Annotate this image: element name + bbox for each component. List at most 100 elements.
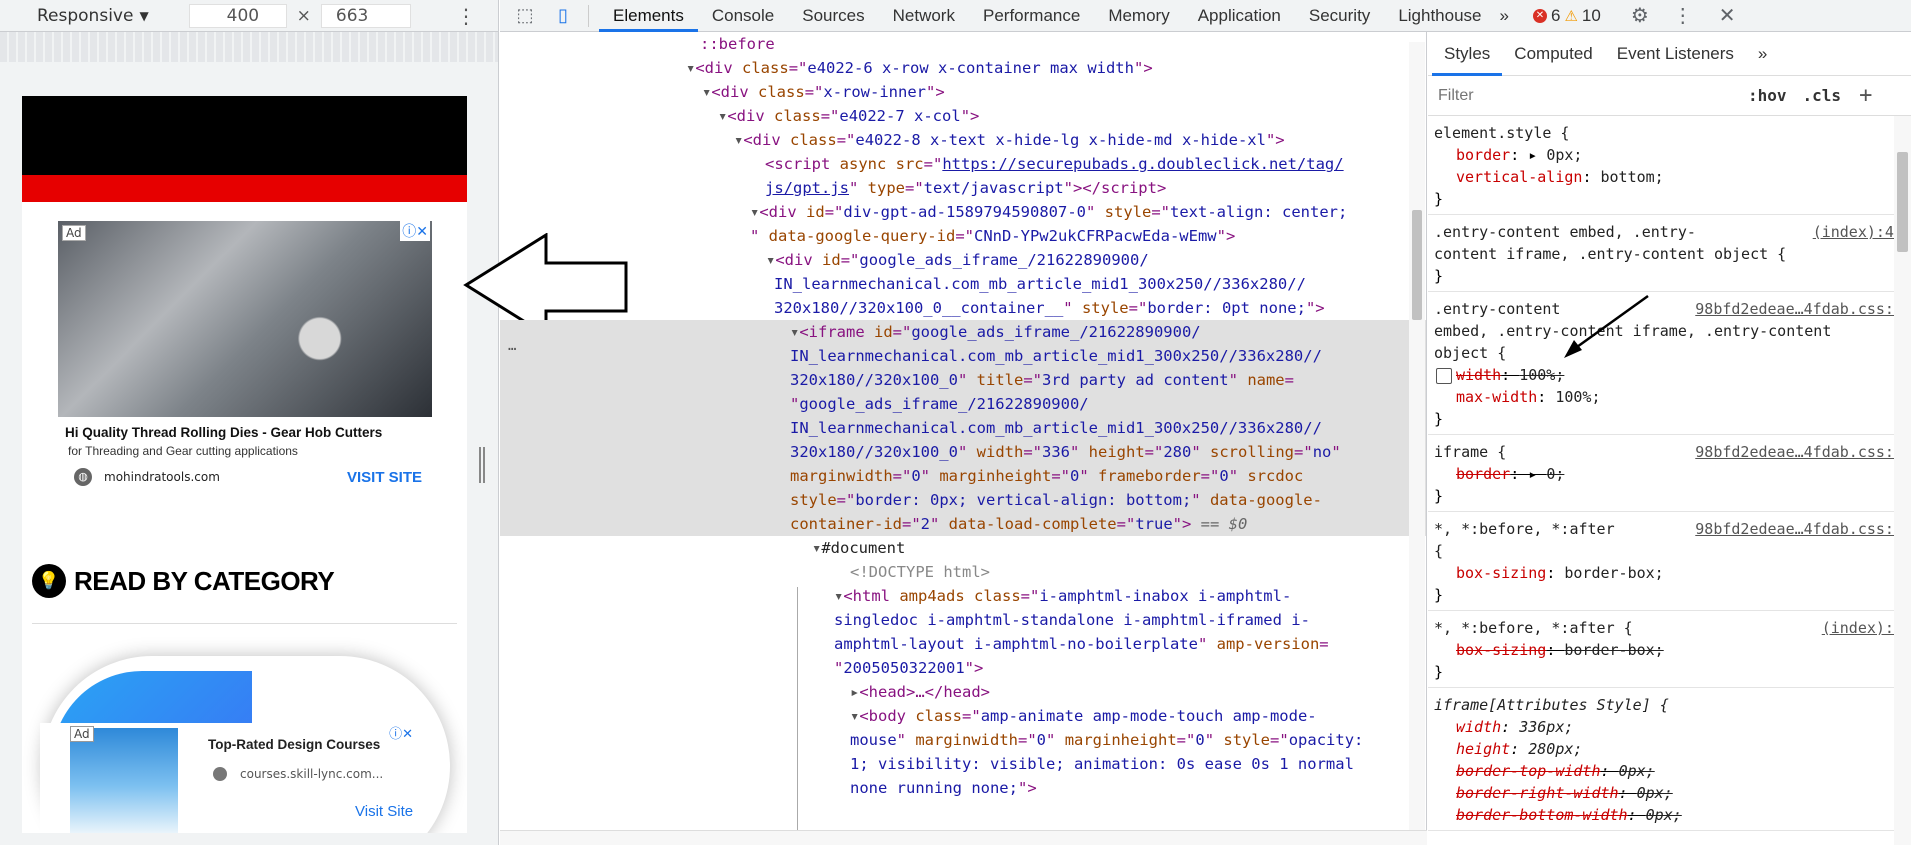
declaration-overridden[interactable]: border-bottom-width: 0px;	[1434, 804, 1905, 826]
tree-node[interactable]: <!DOCTYPE html>	[500, 560, 1426, 584]
tab-lighthouse[interactable]: Lighthouse	[1384, 0, 1495, 32]
elements-hscrollbar[interactable]	[500, 830, 1427, 845]
visit-site-button[interactable]: VISIT SITE	[347, 469, 422, 486]
issue-counts[interactable]: ✕ 6 ⚠ 10	[1532, 6, 1601, 26]
declaration[interactable]: width: 336px;	[1434, 716, 1905, 738]
tree-node-selected[interactable]: ▾<iframe id="google_ads_iframe_/21622890…	[500, 320, 1426, 344]
tree-node-selected[interactable]: style="border: 0px; vertical-align: bott…	[500, 488, 1426, 512]
tree-node[interactable]: "2005050322001">	[500, 656, 1426, 680]
styles-filter-input[interactable]	[1434, 80, 1724, 111]
declaration-overridden[interactable]: border-right-width: 0px;	[1434, 782, 1905, 804]
declaration-overridden[interactable]: border-top-width: 0px;	[1434, 760, 1905, 782]
resize-handle[interactable]	[479, 447, 485, 483]
rule-source-link[interactable]: 98bfd2edeae…4fdab.css:1	[1695, 518, 1903, 540]
tree-node-selected[interactable]: container-id="2" data-load-complete="tru…	[500, 512, 1426, 536]
tree-node[interactable]: <script async src="https://securepubads.…	[500, 152, 1426, 176]
tree-node-selected[interactable]: IN_learnmechanical.com_mb_article_mid1_3…	[500, 416, 1426, 440]
tree-node-selected[interactable]: IN_learnmechanical.com_mb_article_mid1_3…	[500, 344, 1426, 368]
scrollbar-thumb[interactable]	[1412, 210, 1422, 320]
settings-gear-icon[interactable]: ⚙	[1631, 3, 1649, 28]
device-width-input[interactable]: 400	[188, 3, 287, 28]
ad-image-cloud[interactable]	[70, 728, 178, 833]
tab-console[interactable]: Console	[698, 0, 788, 32]
tree-node-selected[interactable]: "google_ads_iframe_/21622890900/	[500, 392, 1426, 416]
node-actions-ellipsis-icon[interactable]: …	[508, 334, 516, 358]
style-rule-universal[interactable]: 98bfd2edeae…4fdab.css:1 *, *:before, *:a…	[1428, 512, 1911, 611]
ad-close-icon[interactable]: ⓘ✕	[400, 221, 430, 241]
tree-node[interactable]: IN_learnmechanical.com_mb_article_mid1_3…	[500, 272, 1426, 296]
tab-styles[interactable]: Styles	[1432, 32, 1503, 76]
tab-security[interactable]: Security	[1295, 0, 1384, 32]
style-rule-entry-content[interactable]: (index):49 .entry-content embed, .entry-…	[1428, 215, 1911, 292]
style-rule-attributes[interactable]: iframe[Attributes Style] { width: 336px;…	[1428, 688, 1911, 831]
declaration-overridden[interactable]: box-sizing: border-box;	[1434, 639, 1905, 661]
ad-image-cnc-machine[interactable]: Ad ⓘ✕	[58, 221, 432, 417]
tab-sources[interactable]: Sources	[788, 0, 878, 32]
elements-tree[interactable]: ::before ▾<div class="e4022-6 x-row x-co…	[500, 32, 1427, 830]
media-query-ruler[interactable]	[0, 32, 498, 62]
tree-node[interactable]: js/gpt.js" type="text/javascript"></scri…	[500, 176, 1426, 200]
cls-toggle[interactable]: .cls	[1803, 86, 1842, 105]
tree-node[interactable]: 320x180//320x100_0__container__" style="…	[500, 296, 1426, 320]
elements-scrollbar[interactable]	[1409, 42, 1425, 830]
declaration-checkbox[interactable]	[1436, 367, 1452, 384]
tab-network[interactable]: Network	[879, 0, 969, 32]
declaration[interactable]: vertical-align: bottom;	[1434, 166, 1905, 188]
tree-node[interactable]: singledoc i-amphtml-standalone i-amphtml…	[500, 608, 1426, 632]
rule-source-link[interactable]: 98bfd2edeae…4fdab.css:1	[1695, 298, 1903, 320]
tree-node-selected[interactable]: marginwidth="0" marginheight="0" framebo…	[500, 464, 1426, 488]
tree-node-selected[interactable]: 320x180//320x100_0" title="3rd party ad …	[500, 368, 1426, 392]
tree-node[interactable]: ▾<div class="e4022-7 x-col">	[500, 104, 1426, 128]
tree-node[interactable]: " data-google-query-id="CNnD-YPw2ukCFRPa…	[500, 224, 1426, 248]
hov-toggle[interactable]: :hov	[1748, 86, 1787, 105]
declaration[interactable]: border: ▸ 0px;	[1434, 144, 1905, 166]
ad-card-2[interactable]: Ad ⓘ✕ Top-Rated Design Courses courses.s…	[40, 723, 415, 833]
inspect-element-icon[interactable]: ⬚	[512, 3, 538, 29]
tree-node[interactable]: 1; visibility: visible; animation: 0s ea…	[500, 752, 1426, 776]
device-mode-select[interactable]: Responsive ▼	[37, 6, 149, 26]
style-rule-universal-index[interactable]: (index):1 *, *:before, *:after { box-siz…	[1428, 611, 1911, 688]
tree-node[interactable]: ▸<head>…</head>	[500, 680, 1426, 704]
device-options-kebab-icon[interactable]: ⋮	[456, 4, 476, 28]
visit-site-button[interactable]: Visit Site	[355, 803, 413, 820]
style-rule-entry-content-2[interactable]: 98bfd2edeae…4fdab.css:1 .entry-content e…	[1428, 292, 1911, 435]
tree-node[interactable]: mouse" marginwidth="0" marginheight="0" …	[500, 728, 1426, 752]
device-toolbar-toggle-icon[interactable]: ▯	[550, 3, 576, 29]
style-rule-iframe[interactable]: 98bfd2edeae…4fdab.css:1 iframe { border:…	[1428, 435, 1911, 512]
tab-application[interactable]: Application	[1184, 0, 1295, 32]
tree-node[interactable]: amphtml-layout i-amphtml-no-boilerplate"…	[500, 632, 1426, 656]
declaration[interactable]: max-width: 100%;	[1434, 386, 1905, 408]
ad-close-icon[interactable]: ⓘ✕	[389, 723, 413, 742]
tree-node[interactable]: ▾<div class="e4022-6 x-row x-container m…	[500, 56, 1426, 80]
ad-title[interactable]: Hi Quality Thread Rolling Dies - Gear Ho…	[65, 425, 432, 440]
style-rule-element[interactable]: element.style { border: ▸ 0px; vertical-…	[1428, 116, 1911, 215]
tree-node[interactable]: none running none;">	[500, 776, 1426, 800]
declaration-disabled[interactable]: width: 100%;	[1434, 364, 1905, 386]
new-rule-icon[interactable]: +	[1859, 83, 1872, 108]
tab-computed[interactable]: Computed	[1502, 32, 1604, 76]
tree-node[interactable]: ▾#document	[500, 536, 1426, 560]
rule-source-link[interactable]: (index):1	[1822, 617, 1903, 639]
tab-performance[interactable]: Performance	[969, 0, 1094, 32]
ad-title[interactable]: Top-Rated Design Courses	[208, 737, 380, 752]
rule-source-link[interactable]: (index):49	[1813, 221, 1903, 243]
close-devtools-icon[interactable]: ✕	[1719, 3, 1736, 28]
declaration-overridden[interactable]: border: ▸ 0;	[1434, 463, 1905, 485]
customize-kebab-icon[interactable]: ⋮	[1673, 3, 1693, 28]
more-tabs-button[interactable]: »	[1500, 6, 1509, 26]
ad-card-1[interactable]: Ad ⓘ✕ Hi Quality Thread Rolling Dies - G…	[58, 221, 432, 516]
tree-node[interactable]: ▾<div id="google_ads_iframe_/21622890900…	[500, 248, 1426, 272]
scrollbar-thumb[interactable]	[1897, 152, 1908, 252]
tab-elements[interactable]: Elements	[599, 0, 698, 32]
more-sidebar-tabs[interactable]: »	[1746, 32, 1779, 76]
tree-node[interactable]: ▾<div id="div-gpt-ad-1589794590807-0" st…	[500, 200, 1426, 224]
device-height-input[interactable]: 663	[320, 3, 411, 28]
declaration[interactable]: box-sizing: border-box;	[1434, 562, 1905, 584]
styles-scrollbar[interactable]	[1894, 116, 1911, 845]
tree-node[interactable]: ▾<div class="x-row-inner">	[500, 80, 1426, 104]
tree-node[interactable]: ▾<body class="amp-animate amp-mode-touch…	[500, 704, 1426, 728]
tree-node[interactable]: ▾<div class="e4022-8 x-text x-hide-lg x-…	[500, 128, 1426, 152]
device-viewport[interactable]: Ad ⓘ✕ Hi Quality Thread Rolling Dies - G…	[22, 96, 467, 833]
declaration[interactable]: height: 280px;	[1434, 738, 1905, 760]
tree-node[interactable]: ▾<html amp4ads class="i-amphtml-inabox i…	[500, 584, 1426, 608]
